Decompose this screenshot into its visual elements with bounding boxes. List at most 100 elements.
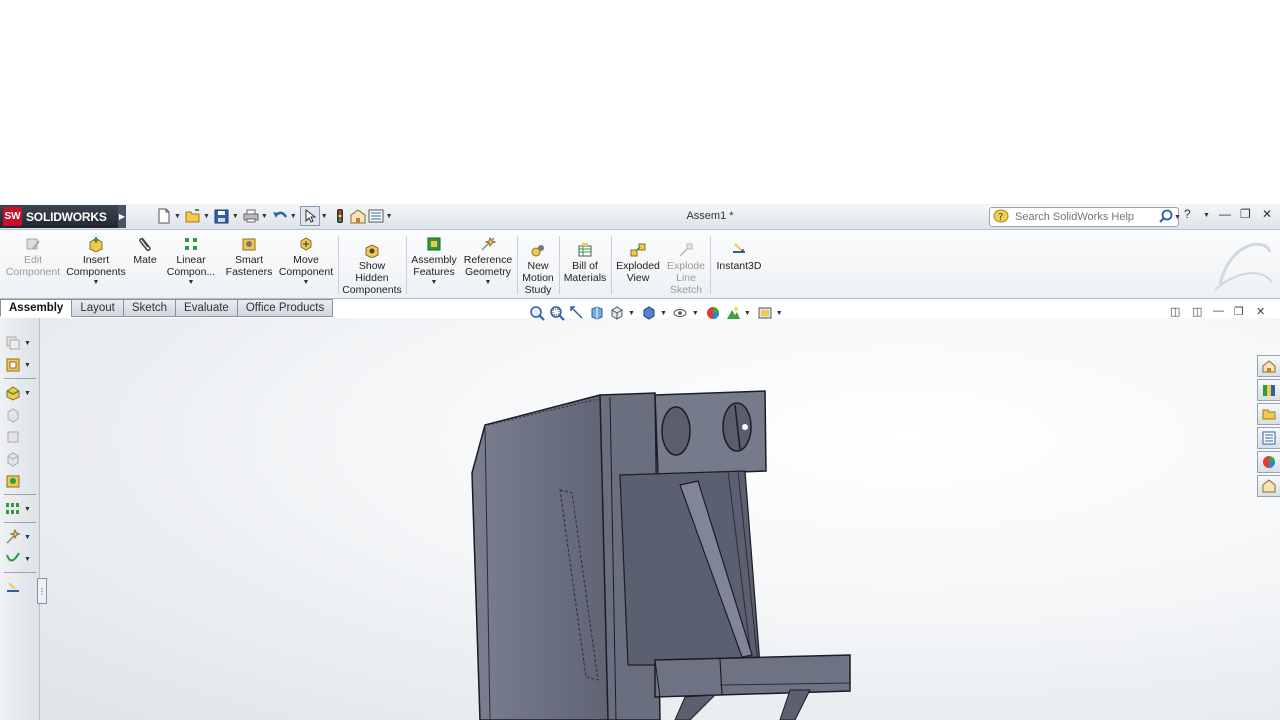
help-search-box[interactable]: ? ▼ xyxy=(989,207,1181,227)
assembly-3d-model[interactable] xyxy=(460,385,860,720)
left-tool-curve[interactable]: ▼ xyxy=(5,550,35,568)
search-icon[interactable] xyxy=(1159,209,1173,226)
view-orientation-dropdown-icon[interactable]: ▼ xyxy=(628,310,635,317)
save-dropdown-icon[interactable]: ▼ xyxy=(232,213,239,220)
pattern-dropdown-icon[interactable]: ▼ xyxy=(24,506,31,513)
left-tool-move[interactable] xyxy=(5,406,35,424)
explode-line-sketch-button[interactable]: Explode Line Sketch xyxy=(664,242,708,296)
viewport-split-icon[interactable]: ◫ xyxy=(1170,305,1180,318)
assembly-features-button[interactable]: Assembly Features ▼ xyxy=(410,236,458,288)
view-settings-icon[interactable] xyxy=(756,305,774,321)
solidworks-logo[interactable]: SW SOLIDWORKS xyxy=(0,205,118,228)
edit-component-button[interactable]: Edit Component xyxy=(4,236,62,278)
undo-icon[interactable] xyxy=(271,207,289,225)
mate-button[interactable]: Mate xyxy=(130,236,160,266)
reference-dropdown-icon[interactable]: ▼ xyxy=(24,534,31,541)
tab-office-products[interactable]: Office Products xyxy=(236,299,334,317)
hide-show-dropdown-icon[interactable]: ▼ xyxy=(692,310,699,317)
insert-component-icon xyxy=(6,358,20,372)
tab-evaluate[interactable]: Evaluate xyxy=(175,299,238,317)
display-style-dropdown-icon[interactable]: ▼ xyxy=(660,310,667,317)
custom-properties-icon[interactable] xyxy=(1257,475,1280,497)
undo-dropdown-icon[interactable]: ▼ xyxy=(290,213,297,220)
insert-components-button[interactable]: Insert Components ▼ xyxy=(64,236,128,288)
view-palette-icon[interactable] xyxy=(1257,427,1280,449)
options-dropdown-icon[interactable]: ▼ xyxy=(386,213,393,220)
search-dropdown-icon[interactable]: ▼ xyxy=(1174,214,1181,221)
new-dropdown-icon[interactable]: ▼ xyxy=(174,213,181,220)
motion-study-icon xyxy=(530,242,546,258)
viewport-minimize-icon[interactable]: — xyxy=(1213,305,1224,317)
menu-expand-arrow-icon[interactable]: ▶ xyxy=(118,205,126,228)
left-tool-insert-component[interactable]: ▼ xyxy=(5,356,35,374)
show-hidden-components-button[interactable]: Show Hidden Components xyxy=(342,242,402,296)
reference-geometry-button[interactable]: Reference Geometry ▼ xyxy=(460,236,516,288)
curve-dropdown-icon[interactable]: ▼ xyxy=(24,556,31,563)
left-toolbar-expand-handle[interactable]: ⋮ xyxy=(37,578,47,604)
help-dropdown-icon[interactable]: ▼ xyxy=(1203,212,1210,219)
previous-view-icon[interactable] xyxy=(568,305,586,321)
help-search-input[interactable] xyxy=(1013,210,1157,224)
insert-dropdown-icon[interactable]: ▼ xyxy=(24,362,31,369)
exploded-view-button[interactable]: Exploded View xyxy=(614,242,662,284)
save-icon[interactable] xyxy=(213,207,231,225)
view-orientation-icon[interactable] xyxy=(608,305,626,321)
left-toolbar-separator xyxy=(4,522,36,523)
instant3d-button[interactable]: Instant3D xyxy=(714,242,764,272)
select-arrow-icon[interactable] xyxy=(299,206,320,226)
move-component-dropdown-icon[interactable]: ▼ xyxy=(278,278,334,288)
smart-fasteners-label: Smart Fasteners xyxy=(225,254,273,278)
file-properties-icon[interactable] xyxy=(349,207,367,225)
file-explorer-icon[interactable] xyxy=(1257,403,1280,425)
zoom-to-area-icon[interactable] xyxy=(548,305,566,321)
options-icon[interactable] xyxy=(367,207,385,225)
open-dropdown-icon[interactable]: ▼ xyxy=(203,213,210,220)
open-folder-icon[interactable] xyxy=(184,207,202,225)
left-tool-smart[interactable] xyxy=(5,450,35,468)
tab-layout[interactable]: Layout xyxy=(71,299,124,317)
bill-of-materials-button[interactable]: Bill of Materials xyxy=(562,242,608,284)
viewport-tile-icon[interactable]: ◫ xyxy=(1192,305,1202,318)
apply-scene-icon[interactable] xyxy=(724,305,742,321)
left-tool-rotate[interactable] xyxy=(5,428,35,446)
hide-show-items-icon[interactable] xyxy=(672,305,690,321)
view-settings-dropdown-icon[interactable]: ▼ xyxy=(776,310,783,317)
viewport-restore-icon[interactable]: ❐ xyxy=(1234,305,1244,318)
appearances-scenes-icon[interactable] xyxy=(1257,451,1280,473)
new-motion-study-button[interactable]: New Motion Study xyxy=(520,242,556,296)
tab-assembly[interactable]: Assembly xyxy=(0,299,73,317)
left-tool-copy[interactable]: ▼ xyxy=(5,334,35,352)
zoom-to-fit-icon[interactable] xyxy=(528,305,546,321)
reference-geometry-dropdown-icon[interactable]: ▼ xyxy=(460,278,516,288)
viewport-close-icon[interactable]: ✕ xyxy=(1256,305,1265,318)
select-dropdown-icon[interactable]: ▼ xyxy=(321,213,328,220)
left-tool-interference[interactable] xyxy=(5,472,35,490)
apply-scene-dropdown-icon[interactable]: ▼ xyxy=(744,310,751,317)
restore-icon[interactable]: ❐ xyxy=(1240,207,1251,221)
mate-dropdown-icon[interactable]: ▼ xyxy=(24,390,31,397)
section-view-icon[interactable] xyxy=(588,305,606,321)
close-icon[interactable]: ✕ xyxy=(1262,207,1272,221)
move-component-button[interactable]: Move Component ▼ xyxy=(278,236,334,288)
copy-dropdown-icon[interactable]: ▼ xyxy=(24,340,31,347)
solidworks-resources-icon[interactable] xyxy=(1257,355,1280,377)
smart-fasteners-button[interactable]: Smart Fasteners xyxy=(222,236,276,278)
design-library-icon[interactable] xyxy=(1257,379,1280,401)
left-tool-reference[interactable]: ▼ xyxy=(5,528,35,546)
assembly-features-dropdown-icon[interactable]: ▼ xyxy=(410,278,458,288)
insert-components-dropdown-icon[interactable]: ▼ xyxy=(64,278,128,288)
left-tool-instant3d[interactable] xyxy=(5,580,35,598)
print-dropdown-icon[interactable]: ▼ xyxy=(261,213,268,220)
rebuild-traffic-light-icon[interactable] xyxy=(331,207,349,225)
left-tool-mate[interactable]: ▼ xyxy=(5,384,35,402)
edit-appearance-icon[interactable] xyxy=(704,305,722,321)
linear-pattern-dropdown-icon[interactable]: ▼ xyxy=(162,278,220,288)
left-tool-pattern[interactable]: ▼ xyxy=(5,500,35,518)
tab-sketch[interactable]: Sketch xyxy=(122,299,177,317)
display-style-icon[interactable] xyxy=(640,305,658,321)
new-document-icon[interactable] xyxy=(155,207,173,225)
minimize-icon[interactable]: — xyxy=(1219,207,1231,221)
print-icon[interactable] xyxy=(242,207,260,225)
help-icon[interactable]: ? xyxy=(1184,207,1191,221)
linear-component-pattern-button[interactable]: Linear Compon... ▼ xyxy=(162,236,220,288)
